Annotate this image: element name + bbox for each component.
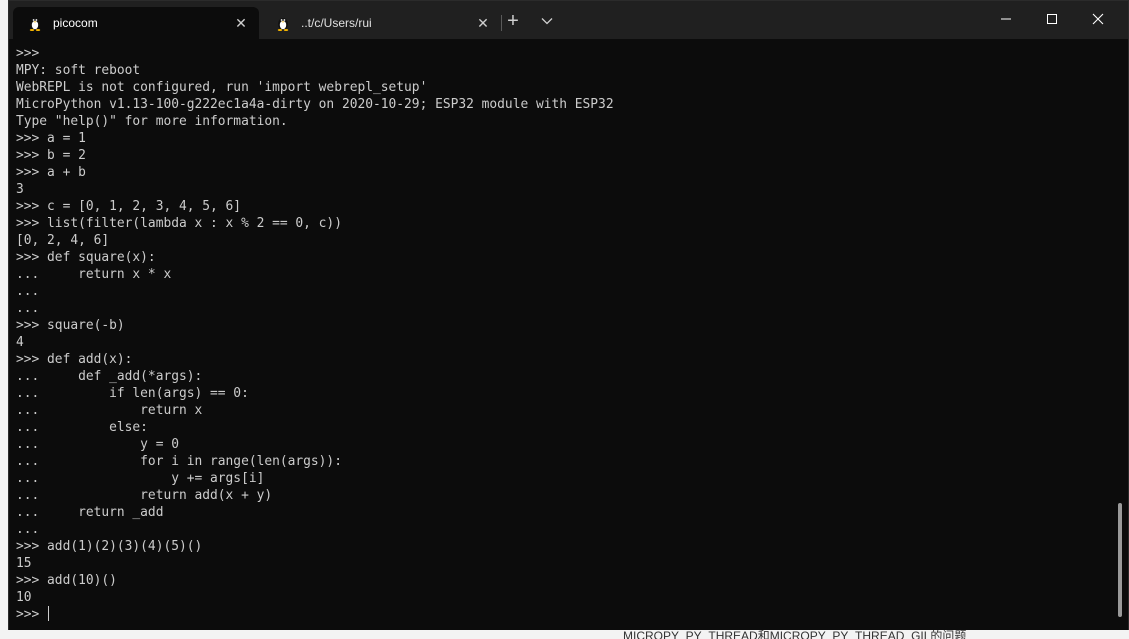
- new-tab-button[interactable]: +: [501, 9, 525, 33]
- prompt: >>>: [16, 607, 48, 622]
- terminal-line: ... return _add: [16, 505, 164, 520]
- linux-penguin-icon: [27, 15, 43, 31]
- close-tab-icon[interactable]: ✕: [233, 15, 249, 31]
- scrollbar-thumb[interactable]: [1118, 503, 1122, 617]
- text-cursor: [48, 606, 50, 621]
- terminal-line: >>> add(10)(): [16, 573, 117, 588]
- terminal-line: ... return x * x: [16, 267, 172, 282]
- tab-users-rui[interactable]: ..t/c/Users/rui ✕: [261, 7, 501, 39]
- terminal-line: ... return add(x + y): [16, 488, 273, 503]
- terminal-line: >>> def add(x):: [16, 352, 133, 367]
- terminal-line: >>> def square(x):: [16, 250, 156, 265]
- background-window-bottom: MICROPY_PY_THREAD和MICROPY_PY_THREAD_GIL的…: [0, 630, 1129, 639]
- title-bar[interactable]: picocom ✕ ..t/c/Users/rui ✕ +: [9, 1, 1128, 39]
- terminal-line: ... else:: [16, 420, 148, 435]
- terminal-line: ... y = 0: [16, 437, 179, 452]
- terminal-line: >>> a = 1: [16, 131, 86, 146]
- close-window-button[interactable]: [1075, 1, 1121, 37]
- terminal-line: ... for i in range(len(args)):: [16, 454, 342, 469]
- terminal-line: ...: [16, 522, 40, 537]
- linux-penguin-icon: [275, 15, 291, 31]
- tab-picocom[interactable]: picocom ✕: [13, 7, 259, 39]
- scrollbar[interactable]: [1116, 41, 1124, 629]
- minimize-icon: [1001, 18, 1011, 20]
- terminal-line: 3: [16, 182, 24, 197]
- terminal-line: ... y += args[i]: [16, 471, 265, 486]
- terminal-line: ... if len(args) == 0:: [16, 386, 249, 401]
- tab-dropdown-button[interactable]: [535, 9, 559, 33]
- terminal-line: MPY: soft reboot: [16, 63, 141, 78]
- terminal-line: 4: [16, 335, 24, 350]
- terminal-line: MicroPython v1.13-100-g222ec1a4a-dirty o…: [16, 97, 614, 112]
- terminal-line: 15: [16, 556, 32, 571]
- close-tab-icon[interactable]: ✕: [475, 15, 491, 31]
- terminal-line: ...: [16, 301, 40, 316]
- terminal-prompt-line[interactable]: >>>: [16, 606, 1106, 623]
- terminal-line: >>> add(1)(2)(3)(4)(5)(): [16, 539, 203, 554]
- maximize-icon: [1047, 14, 1057, 24]
- maximize-button[interactable]: [1029, 1, 1075, 37]
- terminal-line: [0, 2, 4, 6]: [16, 233, 110, 248]
- background-text: MICROPY_PY_THREAD和MICROPY_PY_THREAD_GIL的…: [623, 630, 967, 639]
- minimize-button[interactable]: [983, 1, 1029, 37]
- terminal-line: >>> list(filter(lambda x : x % 2 == 0, c…: [16, 216, 342, 231]
- terminal-window: picocom ✕ ..t/c/Users/rui ✕ + >>> MPY: s…: [8, 0, 1129, 632]
- terminal-line: >>>: [16, 46, 40, 61]
- tab-title: ..t/c/Users/rui: [301, 16, 372, 30]
- terminal-line: >>> a + b: [16, 165, 86, 180]
- terminal-line: Type "help()" for more information.: [16, 114, 288, 129]
- terminal-output[interactable]: >>> MPY: soft reboot WebREPL is not config…: [16, 45, 1106, 629]
- terminal-line: >>> c = [0, 1, 2, 3, 4, 5, 6]: [16, 199, 242, 214]
- terminal-line: >>> b = 2: [16, 148, 86, 163]
- terminal-line: ... return x: [16, 403, 203, 418]
- terminal-line: ...: [16, 284, 40, 299]
- chevron-down-icon: [541, 18, 553, 25]
- tab-title: picocom: [53, 16, 98, 30]
- terminal-line: ... def _add(*args):: [16, 369, 203, 384]
- terminal-line: >>> square(-b): [16, 318, 125, 333]
- terminal-line: 10: [16, 590, 32, 605]
- close-icon: [1092, 13, 1104, 25]
- terminal-line: WebREPL is not configured, run 'import w…: [16, 80, 428, 95]
